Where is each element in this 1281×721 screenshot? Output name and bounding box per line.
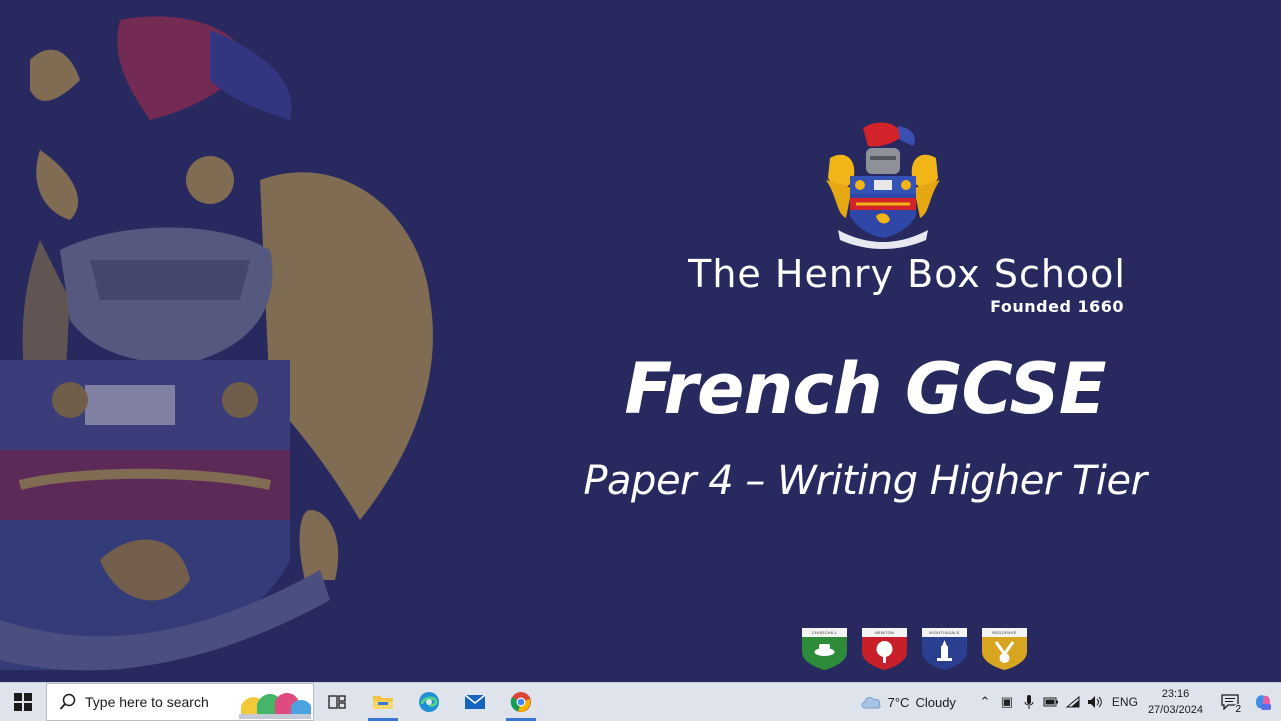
- house-shield-newton: NEWTON: [862, 628, 907, 670]
- house-shield-redgrave: REDGRAVE: [982, 628, 1027, 670]
- system-clock[interactable]: 23:16 27/03/2024: [1148, 686, 1203, 718]
- presentation-slide: The Henry Box School Founded 1660 French…: [0, 0, 1281, 682]
- chrome-icon: [510, 692, 531, 712]
- house-label: CHURCHILL: [811, 630, 838, 635]
- slide-subtitle: Paper 4 – Writing Higher Tier: [583, 458, 1147, 504]
- chrome-browser-button[interactable]: [498, 683, 544, 721]
- input-language-indicator[interactable]: ENG: [1112, 695, 1138, 709]
- windows-taskbar: Type here to search 7°C Cloudy ⌃ ▣ ENG 2…: [0, 682, 1281, 721]
- edge-icon: [419, 692, 439, 712]
- file-explorer-icon: [373, 696, 393, 709]
- meet-now-icon[interactable]: ▣: [996, 683, 1018, 721]
- school-crest-logo: [826, 122, 940, 249]
- weather-temperature: 7°C: [887, 694, 910, 710]
- file-explorer-button[interactable]: [360, 683, 406, 721]
- weather-description: Cloudy: [915, 694, 956, 710]
- volume-icon[interactable]: [1084, 683, 1106, 721]
- wifi-icon[interactable]: [1062, 683, 1084, 721]
- copilot-button[interactable]: [1245, 683, 1281, 721]
- house-shield-nightingale: NIGHTINGALE: [922, 628, 967, 670]
- search-highlight-image: [239, 693, 311, 719]
- battery-icon[interactable]: [1040, 683, 1062, 721]
- house-shield-churchill: CHURCHILL: [802, 628, 847, 670]
- house-shields: CHURCHILL NEWTON NIGHTINGALE REDGRAVE: [802, 628, 1027, 672]
- weather-widget[interactable]: 7°C Cloudy: [860, 695, 956, 710]
- windows-logo-icon: [14, 693, 32, 711]
- search-icon: [59, 693, 76, 710]
- copilot-icon: [1256, 695, 1271, 710]
- house-label: NIGHTINGALE: [929, 630, 960, 635]
- founded-year: Founded 1660: [990, 297, 1124, 316]
- windows-start-button[interactable]: [0, 683, 46, 721]
- clock-time: 23:16: [1161, 688, 1190, 700]
- mail-button[interactable]: [452, 683, 498, 721]
- mail-icon: [464, 694, 486, 709]
- system-tray: 7°C Cloudy ⌃ ▣ ENG 23:16 27/03/2024 2: [860, 683, 1281, 721]
- coat-of-arms-background-image: [0, 16, 433, 671]
- task-view-icon: [328, 695, 346, 709]
- house-label: REDGRAVE: [992, 630, 1017, 635]
- taskbar-search-box[interactable]: Type here to search: [46, 683, 314, 721]
- microphone-icon[interactable]: [1018, 683, 1040, 721]
- task-view-button[interactable]: [314, 683, 360, 721]
- edge-browser-button[interactable]: [406, 683, 452, 721]
- clock-date: 27/03/2024: [1147, 704, 1203, 716]
- show-hidden-icons-chevron-up-icon[interactable]: ⌃: [974, 683, 996, 721]
- notification-count-badge: 2: [1233, 704, 1243, 715]
- cloud-icon: [861, 697, 881, 709]
- slide-title: French GCSE: [624, 348, 1106, 430]
- search-placeholder: Type here to search: [85, 694, 209, 710]
- school-name: The Henry Box School: [688, 252, 1126, 296]
- house-label: NEWTON: [874, 630, 895, 635]
- notification-center-button[interactable]: 2: [1215, 683, 1245, 721]
